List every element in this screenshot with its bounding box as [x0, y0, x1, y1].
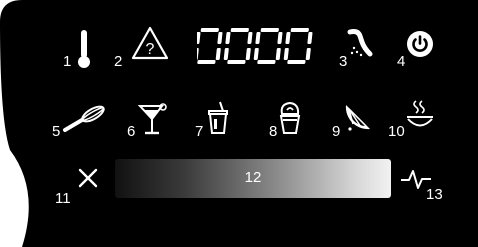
display-segment: [247, 32, 253, 44]
close-icon[interactable]: [77, 167, 99, 189]
display-segment: [275, 48, 281, 60]
whisk-icon[interactable]: [62, 104, 106, 134]
label-10: 10: [388, 123, 405, 140]
seven-segment-display: [197, 28, 313, 64]
warning-question-icon[interactable]: ?: [130, 25, 170, 61]
display-segment: [223, 48, 229, 60]
display-segment: [197, 32, 201, 44]
display-segment: [225, 32, 231, 44]
gradient-bar[interactable]: 12: [115, 159, 391, 198]
control-panel: 1 2 ? 3 4 5 6 7 8 9 10 11 12 13: [0, 0, 478, 247]
thermometer-icon[interactable]: [75, 28, 93, 70]
display-segment: [305, 48, 311, 60]
display-segment: [215, 48, 221, 60]
display-segment: [245, 48, 251, 60]
smoothie-cup-icon[interactable]: [206, 100, 232, 136]
display-segment: [260, 28, 279, 32]
display-segment: [285, 32, 291, 44]
display-segment: [253, 48, 259, 60]
svg-text:?: ?: [146, 41, 155, 58]
display-segment: [197, 60, 216, 64]
display-segment: [257, 60, 276, 64]
display-segment: [200, 28, 219, 32]
display-digit: [283, 28, 313, 64]
label-4: 4: [397, 53, 406, 70]
display-segment: [255, 32, 261, 44]
hot-soup-icon[interactable]: [405, 98, 435, 134]
display-segment: [290, 28, 309, 32]
display-segment: [217, 32, 223, 44]
ice-cream-icon[interactable]: [278, 100, 302, 136]
citrus-slice-icon[interactable]: [341, 100, 375, 134]
label-13: 13: [426, 186, 443, 203]
label-8: 8: [269, 123, 278, 140]
label-11: 11: [55, 190, 71, 207]
label-2: 2: [114, 53, 123, 70]
display-segment: [277, 32, 283, 44]
power-icon[interactable]: [406, 30, 434, 58]
label-7: 7: [195, 123, 204, 140]
label-5: 5: [52, 123, 61, 140]
cocktail-glass-icon[interactable]: [137, 102, 167, 136]
display-segment: [230, 28, 249, 32]
display-segment: [307, 32, 313, 44]
spray-nozzle-icon[interactable]: [346, 28, 374, 60]
display-segment: [227, 60, 246, 64]
display-digit: [197, 28, 223, 64]
display-segment: [283, 48, 289, 60]
display-digit: [253, 28, 283, 64]
label-1: 1: [63, 53, 72, 70]
display-digit: [223, 28, 253, 64]
label-9: 9: [332, 123, 341, 140]
label-12: 12: [244, 169, 262, 186]
label-6: 6: [127, 123, 136, 140]
display-segment: [287, 60, 306, 64]
display-segment: [197, 48, 199, 60]
